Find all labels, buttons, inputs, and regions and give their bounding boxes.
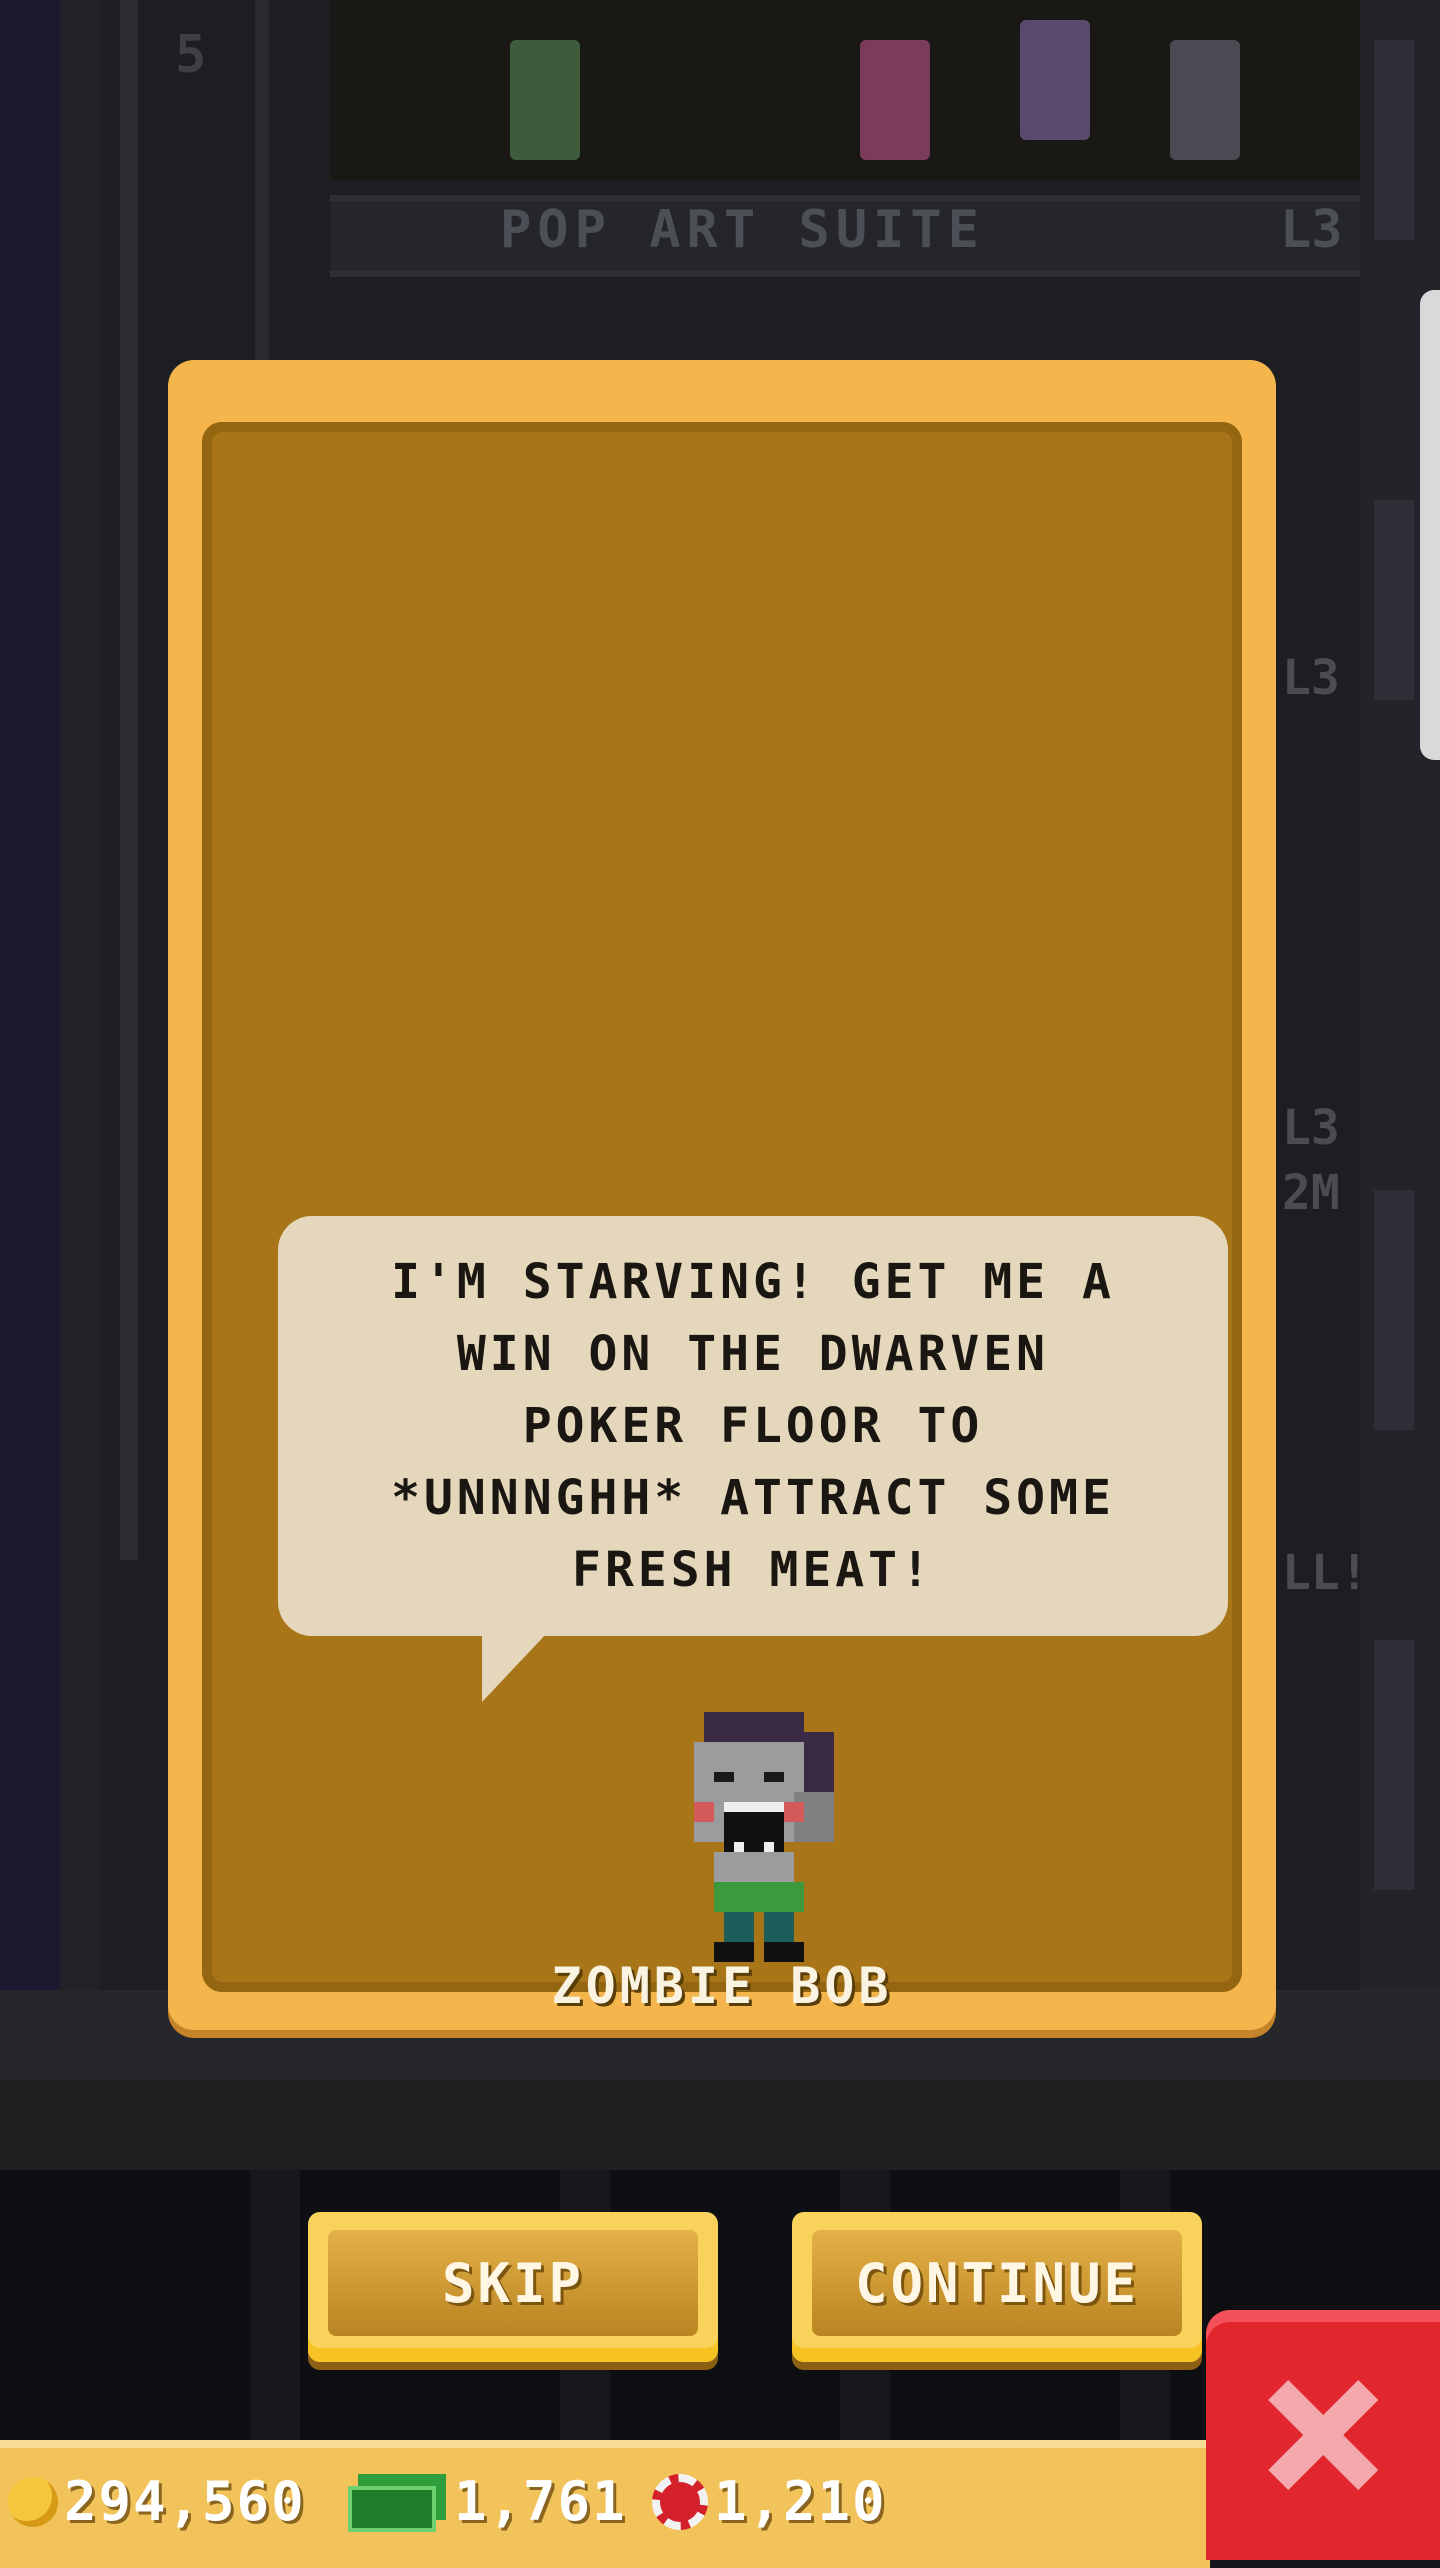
bg-character (510, 40, 580, 160)
chips-value: 1,210 (714, 2470, 887, 2533)
background-sky (0, 0, 60, 2000)
close-button[interactable] (1206, 2310, 1440, 2560)
cash-icon (348, 2473, 448, 2532)
floor-room[interactable] (330, 0, 1360, 180)
skip-button[interactable]: SKIP (308, 2212, 718, 2362)
floor-level-tag: 2M (1282, 1165, 1340, 1221)
bux-value: 1,761 (454, 2470, 627, 2533)
background-wall (60, 0, 100, 2000)
chip-icon (652, 2473, 708, 2530)
bg-character (1020, 20, 1090, 140)
ground-floor-band (0, 2080, 1440, 2170)
close-icon (1268, 2380, 1378, 2490)
chips-counter[interactable]: 1,210 (652, 2470, 887, 2533)
continue-button[interactable]: CONTINUE (792, 2212, 1202, 2362)
elevator-shaft (120, 0, 138, 1560)
skip-button-label: SKIP (441, 2251, 585, 2315)
floor-level-tag: LL! (1282, 1545, 1369, 1601)
bux-counter[interactable]: 1,761 (348, 2470, 627, 2533)
speech-bubble-tail (482, 1632, 548, 1702)
floor-level: L3 (1280, 200, 1343, 260)
speech-bubble: I'M STARVING! GET ME A WIN ON THE DWARVE… (278, 1216, 1228, 1636)
floor-name: POP ART SUITE (500, 200, 985, 260)
coin-icon (8, 2476, 58, 2527)
mission-dialog: I'M STARVING! GET ME A WIN ON THE DWARVE… (168, 360, 1276, 2362)
floor-level-tag: L3 (1282, 1100, 1340, 1156)
coins-counter[interactable]: 294,560 (8, 2470, 306, 2533)
dialog-message: I'M STARVING! GET ME A WIN ON THE DWARVE… (391, 1254, 1115, 1598)
zombie-avatar-icon (694, 1712, 834, 1962)
floor-level-tag: L3 (1282, 650, 1340, 706)
bg-character (860, 40, 930, 160)
coins-value: 294,560 (64, 2470, 306, 2533)
dialog-panel: I'M STARVING! GET ME A WIN ON THE DWARVE… (202, 422, 1242, 2362)
floor-number: 5 (175, 25, 207, 85)
continue-button-label: CONTINUE (854, 2251, 1140, 2315)
character-name: ZOMBIE BOB (551, 1957, 893, 2015)
bg-character (1170, 40, 1240, 160)
side-drawer-handle[interactable] (1420, 290, 1440, 760)
currency-bar: 294,560 1,761 1,210 (0, 2440, 1210, 2568)
